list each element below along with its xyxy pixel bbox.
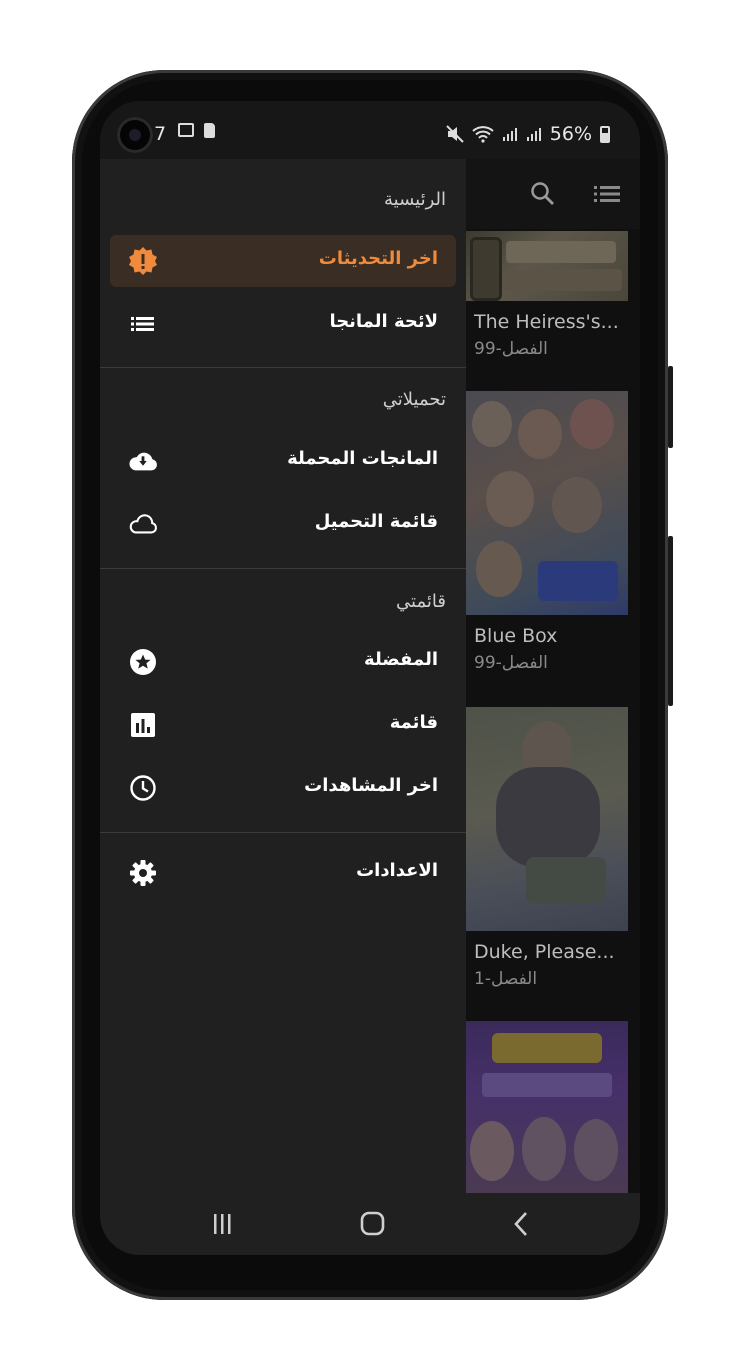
system-nav-bar bbox=[100, 1193, 640, 1255]
background-app: The Heiress's... الفصل-99 Blue Box الفصل… bbox=[466, 159, 640, 1193]
image-notification-icon bbox=[178, 123, 194, 137]
cover-art-face bbox=[472, 401, 512, 447]
drawer-item-label: المانجات المحملة bbox=[287, 448, 438, 469]
cover-art-face bbox=[518, 409, 562, 459]
drawer-item-latest-updates[interactable]: اخر التحديثات bbox=[110, 235, 456, 287]
drawer-divider bbox=[100, 367, 466, 368]
manga-chapter: الفصل-99 bbox=[474, 339, 548, 359]
update-badge-icon bbox=[129, 247, 157, 275]
drawer-item-label: قائمة التحميل bbox=[314, 511, 438, 532]
status-time: 7 bbox=[154, 123, 167, 145]
manga-cover bbox=[466, 391, 628, 615]
cloud-icon bbox=[129, 514, 157, 534]
mute-icon bbox=[446, 125, 464, 143]
clock-icon bbox=[130, 775, 156, 801]
drawer-item-label: اخر المشاهدات bbox=[304, 775, 438, 796]
cover-subtitle-art bbox=[482, 1073, 612, 1097]
volume-button bbox=[668, 366, 673, 448]
back-icon[interactable] bbox=[502, 1209, 542, 1239]
signal-icon-2 bbox=[526, 128, 541, 141]
status-bar: 7 56% bbox=[100, 101, 640, 159]
cover-art-face bbox=[522, 1117, 566, 1181]
home-icon[interactable] bbox=[352, 1209, 392, 1239]
sd-card-icon bbox=[204, 123, 215, 138]
manga-card[interactable] bbox=[466, 1021, 628, 1193]
recents-icon[interactable] bbox=[202, 1209, 242, 1239]
chart-icon bbox=[131, 713, 155, 737]
drawer-item-label: اخر التحديثات bbox=[318, 248, 438, 269]
cover-title-art bbox=[526, 857, 606, 903]
manga-card[interactable]: Blue Box الفصل-99 bbox=[466, 391, 628, 673]
screen: 7 56% The Heiress's... الفصل-99 Blue Box… bbox=[100, 101, 640, 1255]
manga-chapter: الفصل-99 bbox=[474, 653, 548, 673]
drawer-section-my-list: قائمتي bbox=[396, 591, 446, 612]
list-icon bbox=[131, 317, 154, 331]
app-bar bbox=[466, 159, 640, 229]
cover-art-face bbox=[570, 399, 614, 449]
manga-card[interactable]: The Heiress's... الفصل-99 bbox=[466, 231, 628, 359]
star-icon bbox=[130, 649, 156, 675]
manga-cover bbox=[466, 1021, 628, 1193]
manga-card[interactable]: Duke, Please... الفصل-1 bbox=[466, 707, 628, 989]
drawer-divider bbox=[100, 568, 466, 569]
drawer-item-manga-list[interactable]: لائحة المانجا bbox=[110, 298, 456, 350]
search-icon[interactable] bbox=[530, 181, 556, 207]
status-right: 56% bbox=[446, 123, 610, 145]
cover-logo-art bbox=[538, 561, 618, 601]
cover-art-figure bbox=[496, 767, 600, 867]
lantern-shape bbox=[470, 237, 502, 301]
drawer-item-download-queue[interactable]: قائمة التحميل bbox=[110, 498, 456, 550]
cover-art-face bbox=[476, 541, 522, 597]
manga-chapter: الفصل-1 bbox=[474, 969, 538, 989]
cover-art-face bbox=[552, 477, 602, 533]
wifi-icon bbox=[472, 126, 494, 143]
drawer-item-downloaded-manga[interactable]: المانجات المحملة bbox=[110, 435, 456, 487]
manga-title: Duke, Please... bbox=[474, 941, 615, 963]
signal-icon-1 bbox=[502, 128, 517, 141]
drawer-item-label: الاعدادات bbox=[356, 860, 438, 881]
drawer-home-label[interactable]: الرئيسية bbox=[384, 189, 446, 210]
cover-art-face bbox=[486, 471, 534, 527]
battery-percent: 56% bbox=[549, 123, 592, 145]
drawer-item-label: المفضلة bbox=[364, 649, 438, 670]
status-left-icons bbox=[178, 123, 215, 138]
drawer-item-favorites[interactable]: المفضلة bbox=[110, 636, 456, 688]
manga-cover bbox=[466, 707, 628, 931]
cover-title-art bbox=[506, 241, 616, 263]
manga-title: The Heiress's... bbox=[474, 311, 619, 333]
cover-title-art-2 bbox=[502, 269, 622, 291]
drawer-divider bbox=[100, 832, 466, 833]
drawer-item-settings[interactable]: الاعدادات bbox=[110, 847, 456, 899]
front-camera bbox=[117, 117, 153, 153]
drawer-item-recently-viewed[interactable]: اخر المشاهدات bbox=[110, 762, 456, 814]
drawer-item-label: لائحة المانجا bbox=[329, 311, 438, 332]
cover-art-face bbox=[470, 1121, 514, 1181]
navigation-drawer: الرئيسية اخر التحديثات لائحة المانجا تحم… bbox=[100, 159, 466, 1193]
drawer-item-list[interactable]: قائمة bbox=[110, 699, 456, 751]
manga-cover bbox=[466, 231, 628, 301]
cloud-download-icon bbox=[129, 452, 157, 471]
cover-art-face bbox=[574, 1119, 618, 1181]
drawer-item-label: قائمة bbox=[389, 712, 438, 733]
list-view-icon[interactable] bbox=[594, 185, 620, 203]
drawer-section-downloads: تحميلاتي bbox=[382, 389, 446, 410]
manga-title: Blue Box bbox=[474, 625, 558, 647]
power-button bbox=[668, 536, 673, 706]
gear-icon bbox=[130, 860, 156, 886]
cover-title-art bbox=[492, 1033, 602, 1063]
battery-icon bbox=[600, 125, 610, 143]
